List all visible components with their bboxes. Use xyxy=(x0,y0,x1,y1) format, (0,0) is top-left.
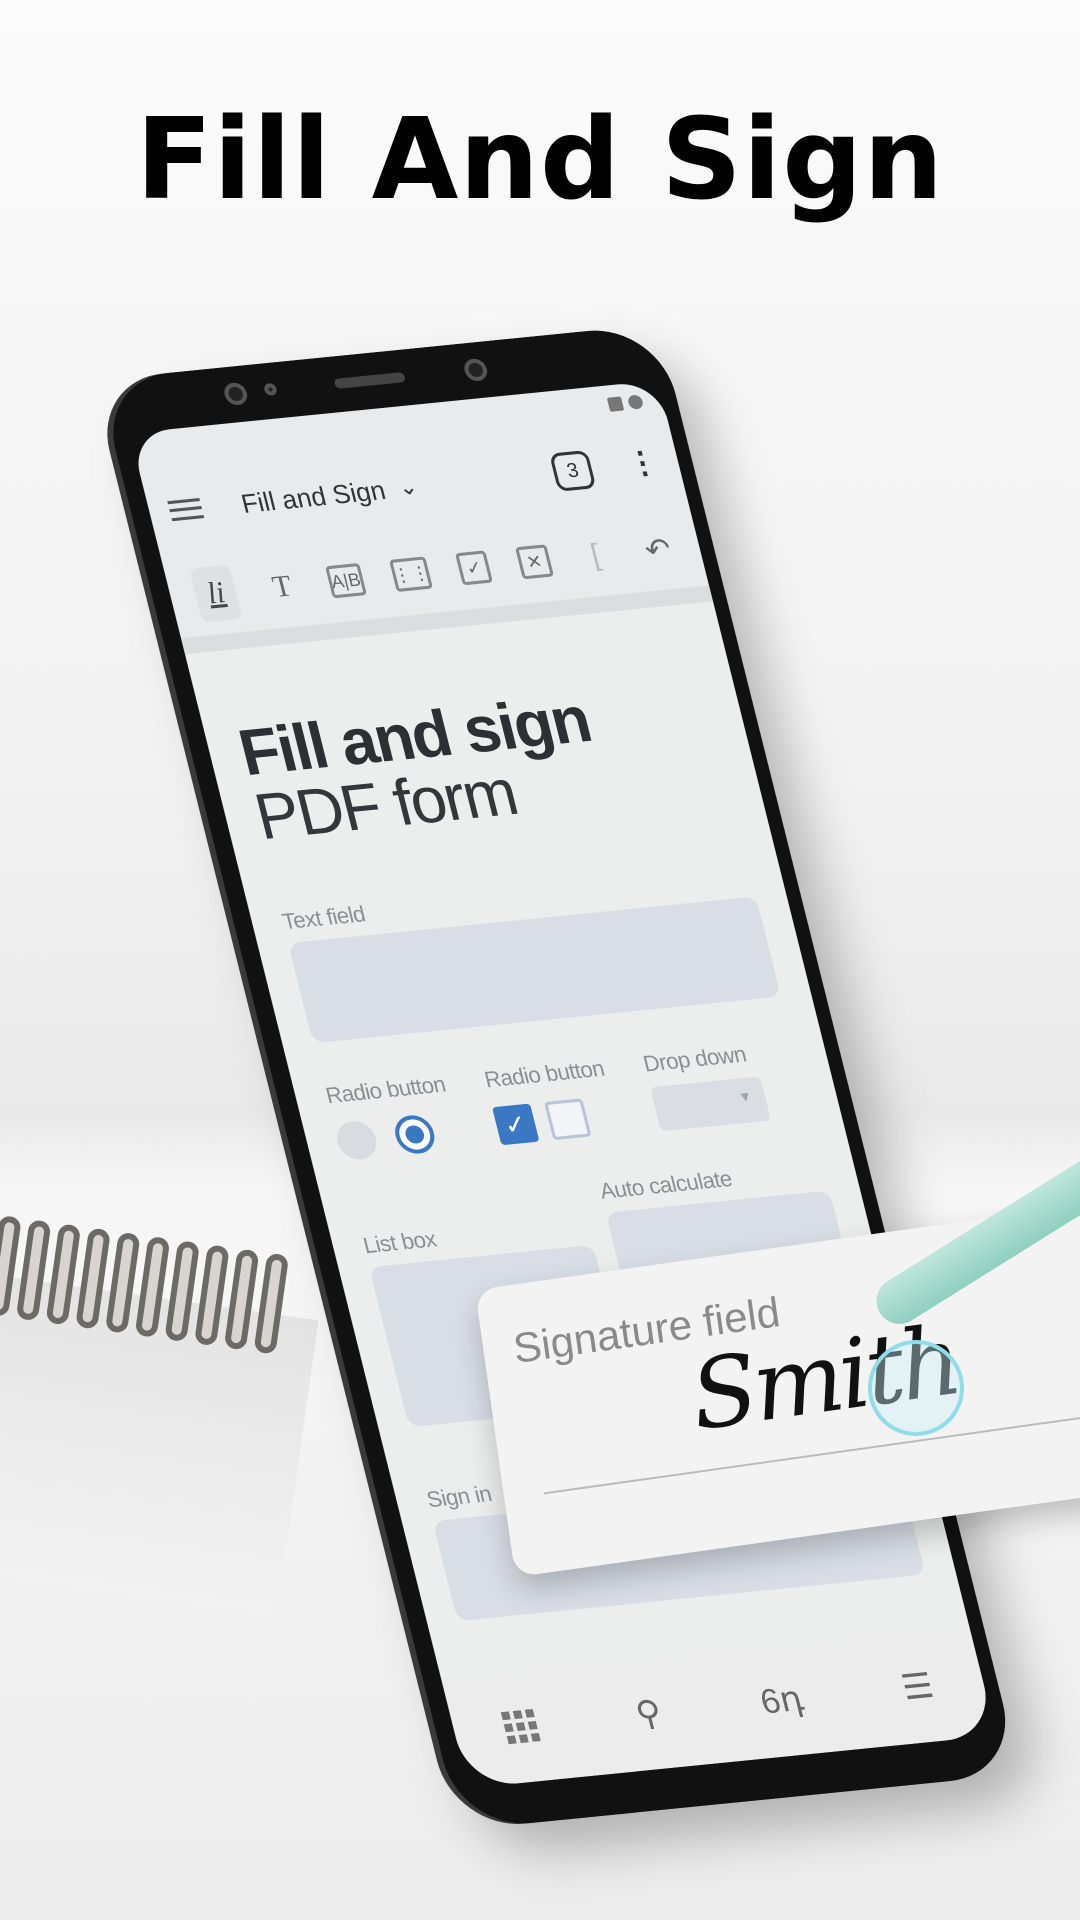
list-icon[interactable]: ☰ xyxy=(897,1665,938,1708)
page-count-badge[interactable]: 3 xyxy=(549,450,597,492)
headline: Fill And Sign xyxy=(135,95,945,225)
search-icon[interactable]: ⚲ xyxy=(631,1693,666,1735)
dropdown[interactable]: ▼ xyxy=(649,1076,771,1132)
more-options-icon[interactable]: ⋮ xyxy=(624,445,662,481)
speaker-grille xyxy=(333,372,406,389)
comb-field-icon[interactable]: A|B xyxy=(324,562,368,599)
radio-label: Radio button xyxy=(323,1071,449,1109)
grid-icon[interactable] xyxy=(500,1709,541,1745)
front-camera-icon xyxy=(462,357,490,382)
dropdown-label: Drop down xyxy=(640,1041,749,1077)
app-title[interactable]: Fill and Sign xyxy=(238,474,389,519)
checkbox-checked[interactable]: ✓ xyxy=(491,1103,540,1146)
notebook-decoration xyxy=(0,1215,327,1618)
cross-icon[interactable]: ✕ xyxy=(515,544,554,580)
bracket-icon[interactable]: [ xyxy=(575,534,617,577)
chevron-down-icon[interactable]: ⌄ xyxy=(396,473,421,501)
radio-on[interactable] xyxy=(391,1113,439,1156)
radio-off[interactable] xyxy=(333,1119,381,1162)
pen-touch-indicator xyxy=(868,1340,964,1436)
reading-glasses-icon[interactable]: 6դ xyxy=(756,1678,807,1722)
camera-icon xyxy=(222,381,250,406)
checkbox-label: Radio button xyxy=(481,1055,607,1093)
undo-icon[interactable]: ↶ xyxy=(637,528,679,571)
signature-icon[interactable]: li xyxy=(189,564,244,623)
status-bar xyxy=(606,394,645,412)
checkbox-unchecked[interactable] xyxy=(543,1098,592,1141)
calendar-icon[interactable]: ⋮⋮ xyxy=(389,556,434,592)
sensor-icon xyxy=(263,382,278,396)
menu-icon[interactable] xyxy=(167,498,205,522)
checkmark-icon[interactable]: ✓ xyxy=(455,550,494,586)
text-icon[interactable]: T xyxy=(261,565,303,608)
